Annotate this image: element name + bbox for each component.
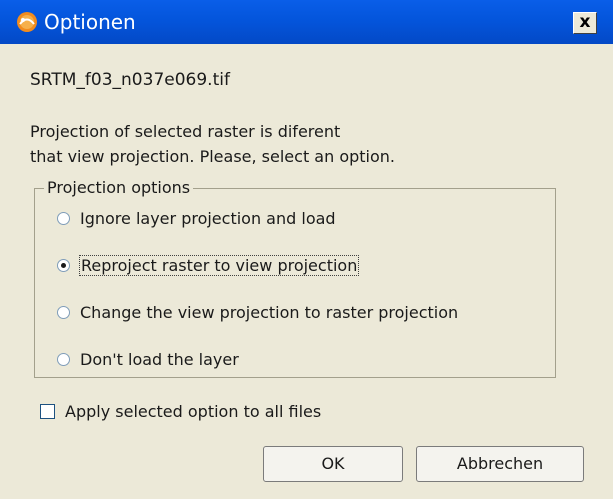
close-button[interactable]: x [573,12,597,34]
message-line-2: that view projection. Please, select an … [30,147,396,166]
title-bar[interactable]: Optionen x [0,0,613,44]
radio-button[interactable] [57,352,70,366]
cancel-button[interactable]: Abbrechen [416,446,584,482]
radio-button[interactable] [57,305,70,319]
group-legend: Projection options [44,178,194,198]
ok-button[interactable]: OK [263,446,403,482]
close-icon: x [579,12,591,32]
option-label: Reproject raster to view projection [78,254,360,276]
option-change-view-projection[interactable]: Change the view projection to raster pro… [57,299,458,325]
info-message: Projection of selected raster is diferen… [30,119,490,169]
message-line-1: Projection of selected raster is diferen… [30,122,341,141]
option-reproject-raster[interactable]: Reproject raster to view projection [57,252,360,278]
option-label: Don't load the layer [80,349,239,369]
apply-all-checkbox-row[interactable]: Apply selected option to all files [40,399,321,423]
option-ignore-projection[interactable]: Ignore layer projection and load [57,205,336,231]
projection-options-group: Projection options Ignore layer projecti… [34,178,556,378]
file-name: SRTM_f03_n037e069.tif [30,70,230,90]
option-dont-load[interactable]: Don't load the layer [57,346,239,372]
window-title: Optionen [44,10,136,34]
radio-button[interactable] [57,211,70,225]
options-dialog: Optionen x SRTM_f03_n037e069.tif Project… [0,0,613,499]
option-label: Change the view projection to raster pro… [80,302,459,322]
option-label: Ignore layer projection and load [80,208,336,228]
apply-all-checkbox[interactable] [40,403,55,419]
radio-button-selected[interactable] [57,258,70,272]
apply-all-label: Apply selected option to all files [65,401,322,421]
app-logo-icon [14,11,40,33]
